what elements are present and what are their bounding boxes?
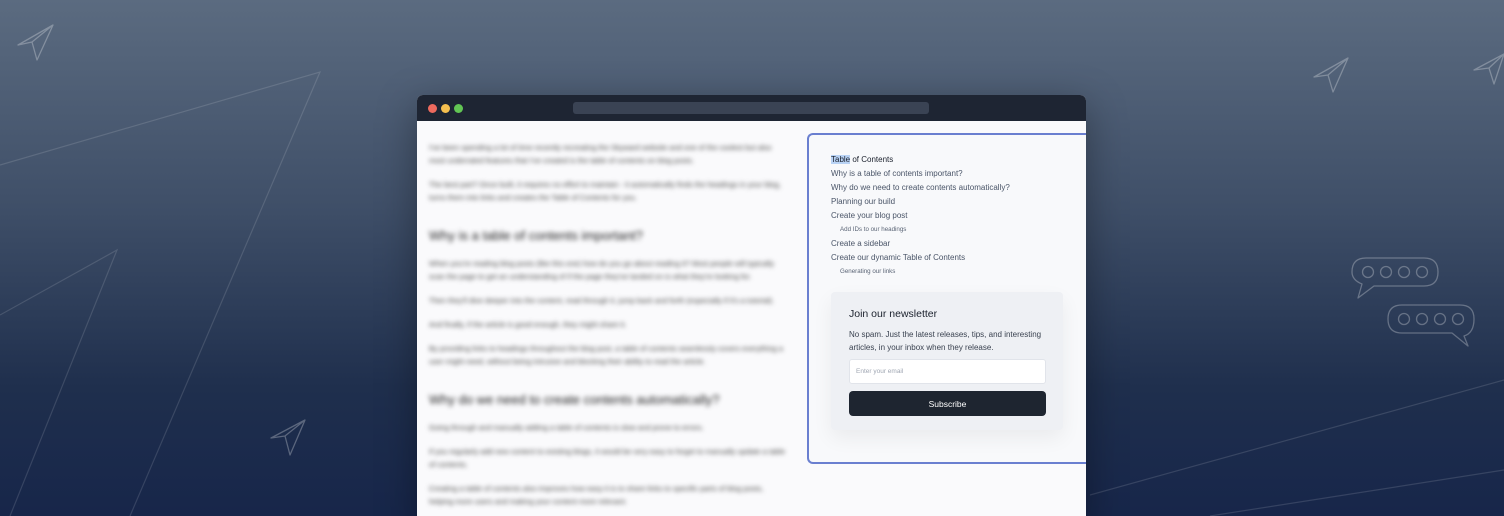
newsletter-card: Join our newsletter No spam. Just the la… bbox=[831, 292, 1063, 430]
table-of-contents: Table of Contents Why is a table of cont… bbox=[831, 155, 1010, 281]
toc-title-rest: of Contents bbox=[850, 155, 894, 164]
blog-article: I've been spending a lot of time recentl… bbox=[429, 141, 787, 516]
subscribe-button[interactable]: Subscribe bbox=[849, 391, 1046, 416]
chat-bubble-icon bbox=[1351, 257, 1439, 299]
toc-link[interactable]: Why is a table of contents important? bbox=[831, 169, 1010, 178]
browser-window: I've been spending a lot of time recentl… bbox=[417, 95, 1086, 516]
toc-sublink[interactable]: Generating our links bbox=[831, 267, 1010, 276]
toc-link[interactable]: Create our dynamic Table of Contents bbox=[831, 253, 1010, 262]
article-paragraph: And finally, if the article is good enou… bbox=[429, 320, 627, 329]
article-paragraph: When you're reading blog posts (like thi… bbox=[429, 259, 774, 281]
article-paragraph: Creating a table of contents also improv… bbox=[429, 484, 764, 506]
browser-titlebar bbox=[417, 95, 1086, 121]
article-heading: Why do we need to create contents automa… bbox=[429, 392, 720, 407]
paper-plane-icon bbox=[1473, 53, 1504, 85]
paper-plane-icon bbox=[270, 419, 306, 456]
article-paragraph: Going through and manually adding a tabl… bbox=[429, 423, 704, 432]
toc-link[interactable]: Create a sidebar bbox=[831, 239, 1010, 248]
toc-link[interactable]: Why do we need to create contents automa… bbox=[831, 183, 1010, 192]
article-heading: Why is a table of contents important? bbox=[429, 228, 643, 243]
newsletter-title: Join our newsletter bbox=[849, 308, 938, 320]
article-paragraph: The best part? Once built, it requires n… bbox=[429, 180, 781, 202]
article-paragraph: By providing links to headings throughou… bbox=[429, 344, 783, 366]
page-content: I've been spending a lot of time recentl… bbox=[417, 121, 1086, 516]
address-bar[interactable] bbox=[573, 102, 929, 114]
chat-bubble-icon bbox=[1387, 304, 1475, 347]
newsletter-description: No spam. Just the latest releases, tips,… bbox=[849, 330, 1042, 352]
paper-plane-icon bbox=[1313, 57, 1349, 93]
article-paragraph: If you regularly add new content to exis… bbox=[429, 447, 786, 469]
sidebar: Table of Contents Why is a table of cont… bbox=[807, 133, 1086, 464]
close-window-icon[interactable] bbox=[428, 104, 437, 113]
paper-plane-icon bbox=[17, 24, 54, 61]
maximize-window-icon[interactable] bbox=[454, 104, 463, 113]
toc-sublink[interactable]: Add IDs to our headings bbox=[831, 225, 1010, 234]
toc-title: Table of Contents bbox=[831, 155, 1010, 164]
email-input[interactable] bbox=[849, 359, 1046, 384]
toc-link[interactable]: Planning our build bbox=[831, 197, 1010, 206]
article-paragraph: I've been spending a lot of time recentl… bbox=[429, 143, 772, 165]
toc-link[interactable]: Create your blog post bbox=[831, 211, 1010, 220]
toc-title-highlight: Table bbox=[831, 155, 851, 164]
minimize-window-icon[interactable] bbox=[441, 104, 450, 113]
article-paragraph: Then they'll dive deeper into the conten… bbox=[429, 296, 775, 305]
